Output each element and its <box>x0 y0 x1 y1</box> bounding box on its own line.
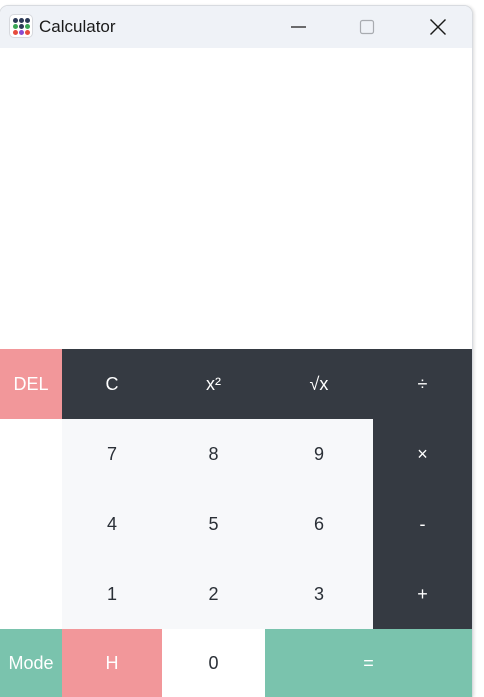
square-button[interactable]: x² <box>162 349 265 419</box>
close-button[interactable] <box>406 6 470 48</box>
keypad: DEL C x² √x ÷ 7 8 9 × 4 5 6 - 1 2 3 + Mo… <box>0 349 472 697</box>
multiply-button[interactable]: × <box>373 419 472 489</box>
minimize-button[interactable] <box>266 6 330 48</box>
digit-1-button[interactable]: 1 <box>62 559 162 629</box>
delete-button[interactable]: DEL <box>0 349 62 419</box>
history-button[interactable]: H <box>62 629 162 697</box>
equals-button[interactable]: = <box>265 629 472 697</box>
title-bar[interactable]: Calculator <box>0 6 472 48</box>
digit-0-button[interactable]: 0 <box>162 629 265 697</box>
digit-2-button[interactable]: 2 <box>162 559 265 629</box>
mode-button[interactable]: Mode <box>0 629 62 697</box>
minimize-icon <box>291 26 306 28</box>
close-icon <box>430 19 446 35</box>
square-root-button[interactable]: √x <box>265 349 373 419</box>
add-button[interactable]: + <box>373 559 472 629</box>
calculator-app-icon <box>10 15 32 37</box>
digit-5-button[interactable]: 5 <box>162 489 265 559</box>
clear-button[interactable]: C <box>62 349 162 419</box>
digit-9-button[interactable]: 9 <box>265 419 373 489</box>
digit-8-button[interactable]: 8 <box>162 419 265 489</box>
digit-6-button[interactable]: 6 <box>265 489 373 559</box>
digit-7-button[interactable]: 7 <box>62 419 162 489</box>
calculator-display <box>0 48 472 349</box>
calculator-window: Calculator DEL C x² √x ÷ 7 8 9 × 4 5 6 -… <box>0 6 472 697</box>
divide-button[interactable]: ÷ <box>373 349 472 419</box>
maximize-icon <box>359 19 375 35</box>
subtract-button[interactable]: - <box>373 489 472 559</box>
digit-3-button[interactable]: 3 <box>265 559 373 629</box>
maximize-button[interactable] <box>336 6 400 48</box>
digit-4-button[interactable]: 4 <box>62 489 162 559</box>
window-title: Calculator <box>39 17 116 36</box>
keypad-blank-area <box>0 419 62 629</box>
